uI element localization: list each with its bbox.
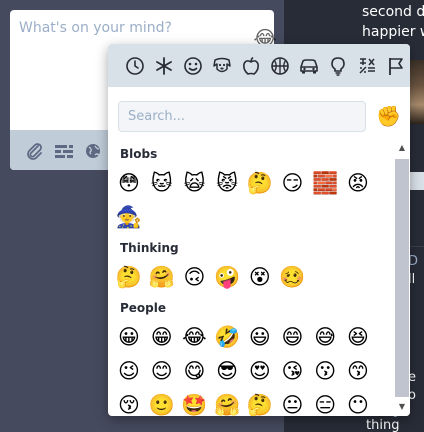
emoji-section-title: Blobs	[120, 147, 158, 161]
lightbulb-icon[interactable]	[323, 51, 352, 81]
emoji-button[interactable]: 😊	[146, 355, 178, 387]
emoji-button[interactable]: 😆	[342, 321, 374, 353]
car-icon[interactable]	[294, 51, 323, 81]
flag-icon[interactable]	[381, 51, 410, 81]
toot-line: second d	[362, 4, 424, 20]
poll-icon[interactable]	[54, 142, 74, 160]
emoji-section-title: Thinking	[120, 241, 179, 255]
emoji-button[interactable]: 🧱	[309, 167, 341, 199]
apple-icon[interactable]	[236, 51, 265, 81]
emoji-button[interactable]: 🤔	[113, 261, 145, 293]
emoji-button[interactable]: 😙	[342, 355, 374, 387]
background-fragment: thing	[366, 418, 400, 432]
skin-tone-button[interactable]: ✊	[376, 103, 401, 129]
smiley-icon[interactable]	[178, 51, 207, 81]
emoji-button[interactable]: 😄	[277, 321, 309, 353]
emoji-button[interactable]: 🤗	[211, 389, 243, 416]
emoji-button[interactable]: 😏	[277, 167, 309, 199]
emoji-button[interactable]: 😶	[342, 389, 374, 416]
toot-line: happier w	[362, 24, 424, 40]
emoji-search-input[interactable]	[118, 101, 366, 132]
dog-icon[interactable]	[207, 51, 236, 81]
emoji-button[interactable]: 🙂	[146, 389, 178, 416]
emoji-button[interactable]: 😁	[146, 321, 178, 353]
emoji-button[interactable]: 😐	[277, 389, 309, 416]
emoji-list[interactable]: Blobs 😳 🐱 🙀 😾 🤔 😏 🧱 😡 🧙 Thinking 🤔 🤗 🙃 🤪 😵 🥴 People 😀 😁 😂 🤣 😃 😄…	[108, 139, 394, 416]
emoji-button[interactable]: 😳	[113, 167, 145, 199]
emoji-button[interactable]: 🤗	[146, 261, 178, 293]
emoji-button[interactable]: 😚	[113, 389, 145, 416]
emoji-button[interactable]: 😃	[244, 321, 276, 353]
emoji-button[interactable]: 🤪	[211, 261, 243, 293]
emoji-button[interactable]: 😗	[309, 355, 341, 387]
emoji-button[interactable]: 🤩	[178, 389, 210, 416]
emoji-button[interactable]: 🙀	[178, 167, 210, 199]
emoji-button[interactable]: 😂	[178, 321, 210, 353]
emoji-picker: ✊ Blobs😳🐱🙀😾🤔😏🧱😡🧙Thinking🤔🤗🙃🤪😵🥴People😀😁😂🤣…	[108, 44, 410, 416]
scroll-down-button[interactable]: ▼	[395, 398, 409, 416]
emoji-button[interactable]: 😍	[244, 355, 276, 387]
emoji-button[interactable]: 🤔	[244, 389, 276, 416]
emoji-button[interactable]: 😑	[309, 389, 341, 416]
globe-icon[interactable]	[83, 142, 103, 160]
emoji-button[interactable]: 🙃	[178, 261, 210, 293]
background-toot-text: second d happier w	[362, 2, 424, 42]
emoji-section-title: People	[120, 301, 167, 315]
emoji-button[interactable]: 😋	[178, 355, 210, 387]
asterisk-icon[interactable]	[149, 51, 178, 81]
emoji-button[interactable]: 🥴	[277, 261, 309, 293]
emoji-button[interactable]: 😵	[244, 261, 276, 293]
emoji-button[interactable]: 🤔	[244, 167, 276, 199]
emoji-button[interactable]: 😡	[342, 167, 374, 199]
emoji-button[interactable]: 😎	[211, 355, 243, 387]
emoji-button[interactable]: 😉	[113, 355, 145, 387]
scroll-up-button[interactable]: ▲	[395, 139, 409, 157]
symbols-icon[interactable]	[352, 51, 381, 81]
scrollbar-thumb[interactable]	[395, 159, 409, 397]
emoji-button[interactable]: 🧙	[113, 201, 145, 233]
basketball-icon[interactable]	[265, 51, 294, 81]
emoji-button[interactable]: 😾	[211, 167, 243, 199]
emoji-button[interactable]: 🐱	[146, 167, 178, 199]
emoji-search-row: ✊	[108, 87, 410, 139]
emoji-category-bar	[108, 44, 410, 87]
emoji-button[interactable]: 🤣	[211, 321, 243, 353]
emoji-button[interactable]: 😘	[277, 355, 309, 387]
emoji-button[interactable]: 😀	[113, 321, 145, 353]
clock-icon[interactable]	[120, 51, 149, 81]
paperclip-icon[interactable]	[25, 142, 45, 160]
emoji-button[interactable]: 😅	[309, 321, 341, 353]
